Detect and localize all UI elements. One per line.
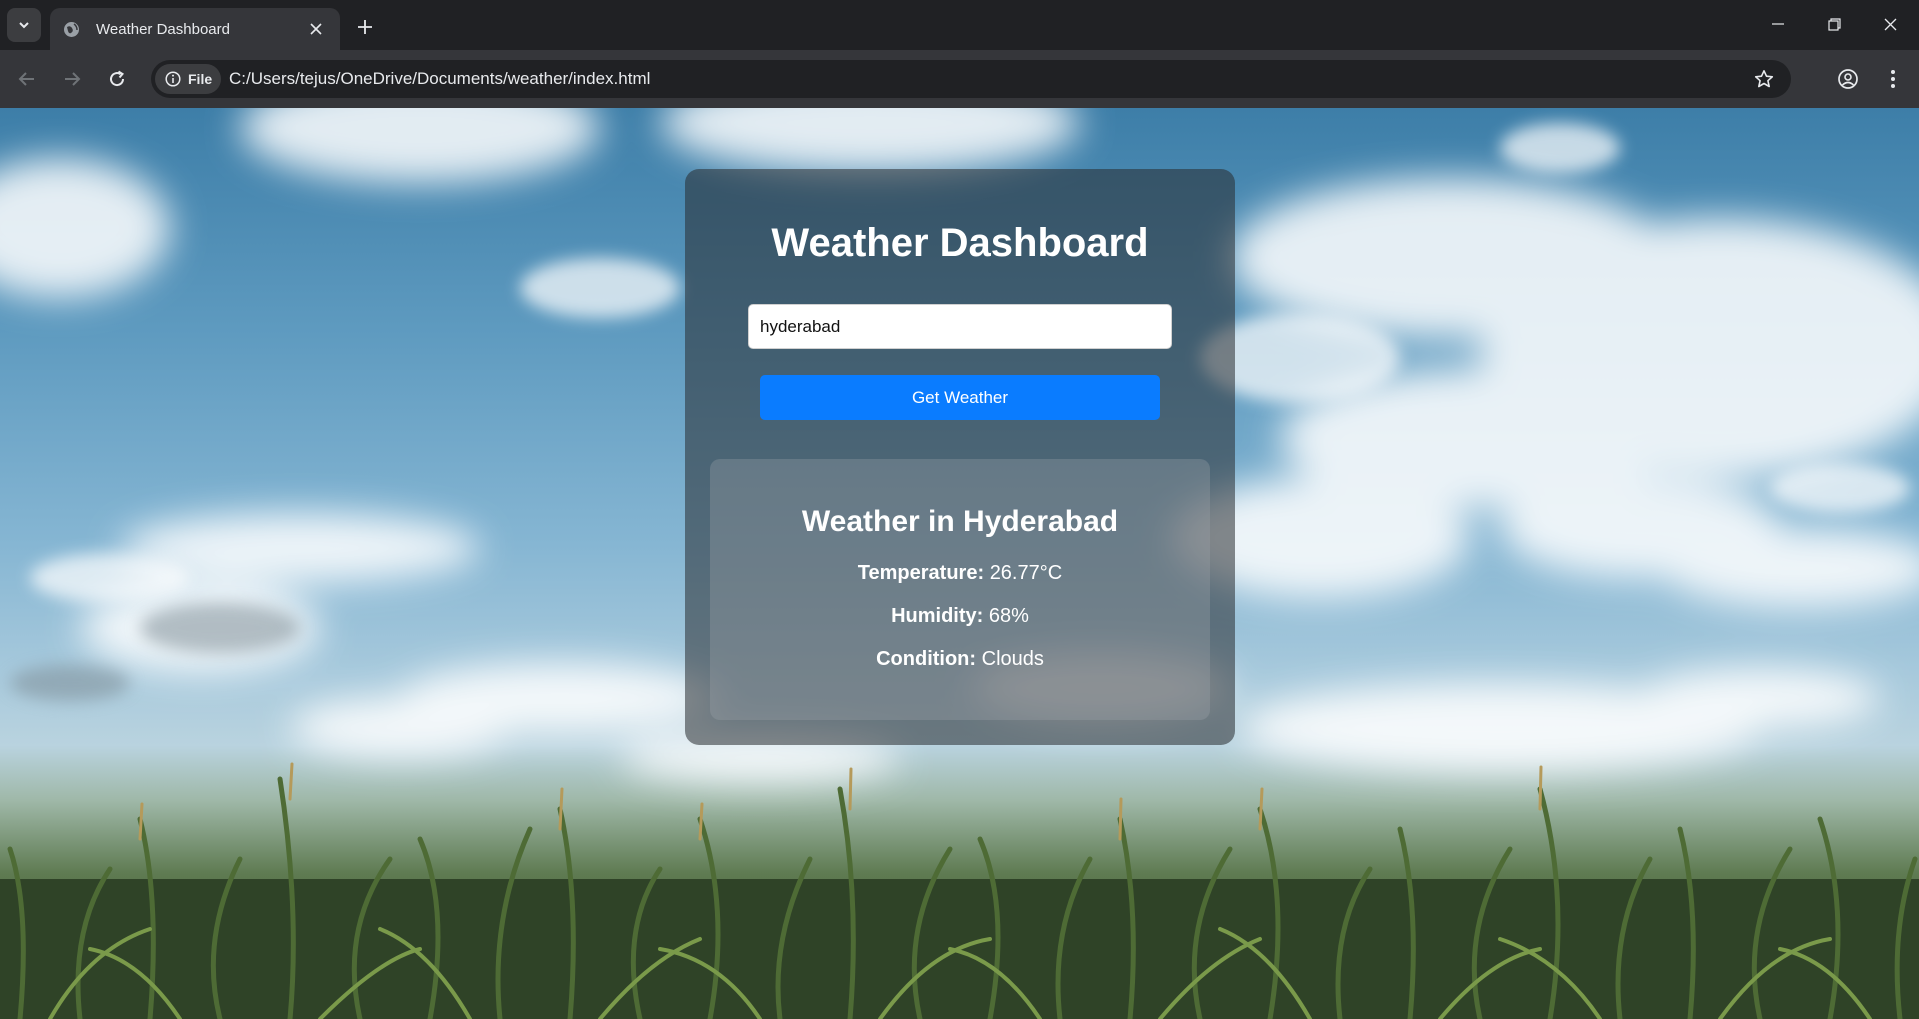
tab-search-icon bbox=[19, 22, 29, 29]
star-icon bbox=[1754, 70, 1774, 88]
info-icon bbox=[165, 71, 181, 87]
weather-dashboard-card: Weather Dashboard Get Weather Weather in… bbox=[685, 169, 1235, 745]
tab-search-button[interactable] bbox=[7, 8, 41, 42]
close-icon[interactable] bbox=[304, 17, 328, 41]
humidity-label: Humidity: bbox=[891, 605, 984, 627]
menu-button[interactable] bbox=[1877, 63, 1909, 95]
url-text[interactable]: C:/Users/tejus/OneDrive/Documents/weathe… bbox=[229, 69, 650, 89]
restore-button[interactable] bbox=[1806, 0, 1862, 48]
globe-icon bbox=[62, 20, 80, 38]
restore-icon bbox=[1827, 17, 1841, 31]
temperature-label: Temperature: bbox=[857, 562, 985, 584]
temperature-row: Temperature: 26.77°C bbox=[710, 562, 1210, 585]
reload-icon bbox=[110, 70, 125, 87]
page-viewport: Weather Dashboard Get Weather Weather in… bbox=[0, 108, 1919, 1019]
weather-result-card: Weather in Hyderabad Temperature: 26.77°… bbox=[710, 459, 1210, 720]
forward-arrow-icon bbox=[65, 72, 81, 86]
tab-title: Weather Dashboard bbox=[96, 20, 230, 38]
minimize-icon bbox=[1772, 23, 1784, 25]
kebab-menu-icon bbox=[1891, 70, 1895, 88]
window-close-icon bbox=[1884, 18, 1896, 30]
cornfield-foreground bbox=[0, 762, 1919, 1019]
back-button[interactable] bbox=[11, 63, 43, 95]
plus-icon bbox=[358, 20, 372, 34]
reload-button[interactable] bbox=[101, 63, 133, 95]
tab-strip: Weather Dashboard bbox=[0, 0, 1919, 50]
site-info-chip[interactable]: File bbox=[155, 64, 221, 94]
minimize-button[interactable] bbox=[1750, 0, 1806, 48]
humidity-value: 68% bbox=[988, 605, 1029, 627]
site-chip-label: File bbox=[188, 71, 213, 87]
new-tab-button[interactable] bbox=[350, 12, 380, 42]
bookmark-button[interactable] bbox=[1749, 64, 1779, 94]
page-title: Weather Dashboard bbox=[771, 221, 1149, 265]
condition-value: Clouds bbox=[981, 648, 1044, 670]
active-tab[interactable]: Weather Dashboard bbox=[50, 8, 340, 50]
profile-icon bbox=[1838, 69, 1858, 89]
back-arrow-icon bbox=[18, 72, 34, 86]
window-close-button[interactable] bbox=[1862, 0, 1918, 48]
temperature-value: 26.77°C bbox=[989, 562, 1063, 584]
condition-row: Condition: Clouds bbox=[710, 648, 1210, 671]
browser-toolbar: File C:/Users/tejus/OneDrive/Documents/w… bbox=[0, 50, 1919, 108]
address-bar[interactable]: File C:/Users/tejus/OneDrive/Documents/w… bbox=[151, 60, 1791, 98]
profile-button[interactable] bbox=[1832, 63, 1864, 95]
condition-label: Condition: bbox=[876, 648, 977, 670]
get-weather-button[interactable]: Get Weather bbox=[760, 375, 1160, 420]
city-search-input[interactable] bbox=[748, 304, 1172, 349]
result-heading: Weather in Hyderabad bbox=[801, 505, 1119, 538]
humidity-row: Humidity: 68% bbox=[710, 605, 1210, 628]
forward-button[interactable] bbox=[56, 63, 88, 95]
